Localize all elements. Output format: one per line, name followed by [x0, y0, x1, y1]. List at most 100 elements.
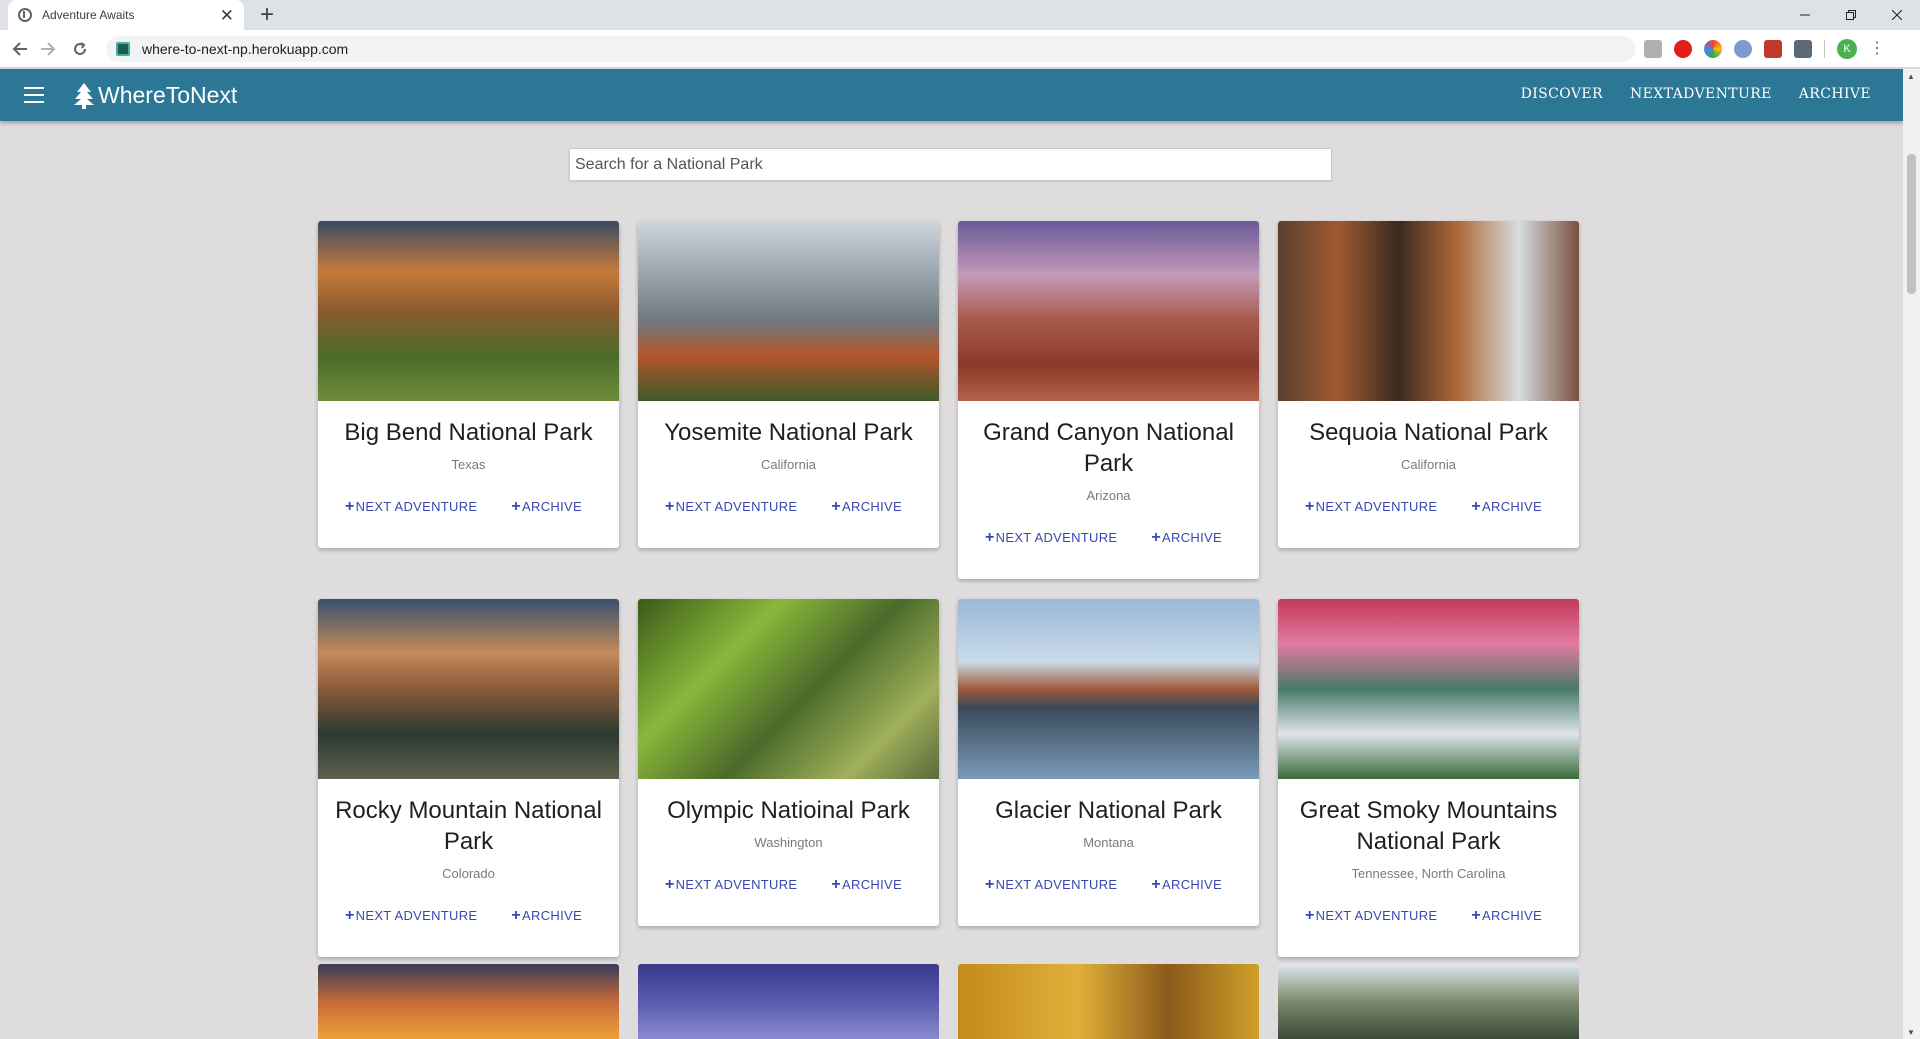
- restore-icon[interactable]: [1828, 0, 1874, 30]
- plus-icon: +: [345, 498, 355, 515]
- park-name: Sequoia National Park: [1309, 419, 1548, 446]
- scroll-down-icon[interactable]: ▼: [1907, 1028, 1915, 1037]
- next-adventure-button[interactable]: + NEXT ADVENTURE: [345, 908, 478, 924]
- park-name: Great Smoky Mountains National Park: [1299, 797, 1558, 855]
- park-name: Yosemite National Park: [664, 419, 913, 446]
- park-name: Rocky Mountain National Park: [335, 797, 602, 855]
- park-name: Glacier National Park: [995, 797, 1222, 824]
- archive-button[interactable]: + ARCHIVE: [1151, 530, 1222, 546]
- tree-icon: [74, 82, 94, 109]
- nav-links: DISCOVER NEXTADVENTURE ARCHIVE: [1521, 86, 1871, 102]
- park-state: California: [761, 457, 816, 472]
- extension-k-icon[interactable]: [1644, 40, 1662, 58]
- archive-button[interactable]: + ARCHIVE: [1471, 498, 1542, 515]
- close-tab-icon[interactable]: ✕: [220, 7, 234, 24]
- extension-globe-icon[interactable]: [1734, 40, 1752, 58]
- next-adventure-label: NEXT ADVENTURE: [355, 908, 478, 923]
- archive-label: ARCHIVE: [1162, 530, 1222, 545]
- park-state: Montana: [1083, 835, 1134, 850]
- archive-label: ARCHIVE: [1482, 499, 1542, 514]
- park-card: Rocky Mountain National Park Colorado + N…: [318, 599, 619, 957]
- archive-button[interactable]: + ARCHIVE: [831, 499, 902, 515]
- browser-tab[interactable]: Adventure Awaits ✕: [8, 0, 244, 30]
- browser-tab-bar: Adventure Awaits ✕ +: [0, 0, 1920, 30]
- park-state: Tennessee, North Carolina: [1351, 866, 1506, 881]
- scroll-thumb[interactable]: [1907, 154, 1916, 294]
- next-adventure-label: NEXT ADVENTURE: [995, 877, 1118, 892]
- next-adventure-label: NEXT ADVENTURE: [1315, 499, 1438, 514]
- reload-icon[interactable]: [68, 37, 92, 61]
- archive-button[interactable]: + ARCHIVE: [511, 499, 582, 515]
- back-arrow-icon[interactable]: [8, 37, 32, 61]
- park-card: Yosemite National Park California + NEXT …: [638, 221, 939, 548]
- nav-link-discover[interactable]: DISCOVER: [1521, 86, 1603, 102]
- park-image: [318, 599, 619, 779]
- minimize-icon[interactable]: [1782, 0, 1828, 30]
- plus-icon: +: [985, 529, 995, 546]
- forward-arrow-icon[interactable]: [36, 37, 60, 61]
- nav-link-nextadventure[interactable]: NEXTADVENTURE: [1630, 86, 1772, 102]
- park-card: Olympic Natioinal Park Washington + NEXT …: [638, 599, 939, 926]
- archive-label: ARCHIVE: [522, 908, 582, 923]
- next-adventure-label: NEXT ADVENTURE: [1315, 908, 1438, 923]
- park-image: [958, 221, 1259, 401]
- extension-bar: K ⋮: [1644, 39, 1885, 59]
- next-adventure-button[interactable]: + NEXT ADVENTURE: [985, 877, 1118, 893]
- archive-button[interactable]: + ARCHIVE: [1151, 876, 1222, 893]
- new-tab-button[interactable]: +: [260, 2, 274, 28]
- next-adventure-button[interactable]: + NEXT ADVENTURE: [345, 498, 478, 515]
- brand-logo[interactable]: WhereToNext: [74, 82, 237, 109]
- next-adventure-button[interactable]: + NEXT ADVENTURE: [1305, 499, 1438, 515]
- menu-dots-icon[interactable]: ⋮: [1869, 40, 1885, 58]
- site-favicon-icon: [116, 42, 130, 56]
- site-navbar: WhereToNext DISCOVER NEXTADVENTURE ARCHI…: [0, 69, 1903, 121]
- nav-link-archive[interactable]: ARCHIVE: [1799, 86, 1871, 102]
- next-adventure-label: NEXT ADVENTURE: [675, 877, 798, 892]
- park-state: Arizona: [1086, 488, 1131, 503]
- park-image: [638, 964, 939, 1039]
- page-scrollbar[interactable]: ▲ ▼: [1903, 69, 1920, 1039]
- park-name: Grand Canyon National Park: [983, 419, 1234, 477]
- brand-name: WhereToNext: [98, 82, 238, 108]
- archive-label: ARCHIVE: [842, 877, 902, 892]
- extension-camera-icon[interactable]: [1764, 40, 1782, 58]
- plus-icon: +: [1151, 876, 1162, 893]
- park-image: [638, 221, 939, 401]
- next-adventure-button[interactable]: + NEXT ADVENTURE: [985, 529, 1118, 546]
- archive-label: ARCHIVE: [522, 499, 582, 514]
- url-text: where-to-next-np.herokuapp.com: [142, 41, 349, 57]
- archive-label: ARCHIVE: [842, 499, 902, 514]
- scroll-up-icon[interactable]: ▲: [1907, 72, 1915, 81]
- profile-avatar[interactable]: K: [1837, 39, 1857, 59]
- plus-icon: +: [1471, 498, 1482, 515]
- adblock-icon[interactable]: [1674, 40, 1692, 58]
- park-image: [318, 221, 619, 401]
- plus-icon: +: [665, 498, 675, 515]
- facebook-icon[interactable]: [1794, 40, 1812, 58]
- browser-toolbar: where-to-next-np.herokuapp.com K ⋮: [0, 30, 1920, 68]
- next-adventure-button[interactable]: + NEXT ADVENTURE: [1305, 908, 1438, 924]
- park-card: Big Bend National Park Texas + NEXT ADVEN…: [318, 221, 619, 548]
- park-search-input[interactable]: [569, 148, 1332, 181]
- color-picker-icon[interactable]: [1704, 40, 1722, 58]
- address-bar[interactable]: where-to-next-np.herokuapp.com: [106, 36, 1636, 62]
- window-controls: [1782, 0, 1920, 30]
- next-adventure-label: NEXT ADVENTURE: [995, 530, 1118, 545]
- next-adventure-label: NEXT ADVENTURE: [355, 499, 478, 514]
- park-name: Olympic Natioinal Park: [667, 797, 910, 824]
- archive-button[interactable]: + ARCHIVE: [511, 908, 582, 924]
- plus-icon: +: [831, 876, 842, 893]
- park-card: Grand Canyon National Park Arizona + NEXT…: [958, 221, 1259, 579]
- next-adventure-button[interactable]: + NEXT ADVENTURE: [665, 498, 797, 515]
- toolbar-divider: [1824, 40, 1825, 58]
- archive-button[interactable]: + ARCHIVE: [831, 876, 902, 893]
- archive-label: ARCHIVE: [1162, 877, 1222, 892]
- hamburger-menu-icon[interactable]: [24, 87, 44, 103]
- park-state: Colorado: [442, 866, 495, 881]
- park-image: [1278, 221, 1579, 401]
- park-image: [1278, 599, 1579, 779]
- next-adventure-button[interactable]: + NEXT ADVENTURE: [665, 877, 798, 893]
- close-window-icon[interactable]: [1874, 0, 1920, 30]
- archive-button[interactable]: + ARCHIVE: [1471, 907, 1542, 924]
- plus-icon: +: [1471, 907, 1482, 924]
